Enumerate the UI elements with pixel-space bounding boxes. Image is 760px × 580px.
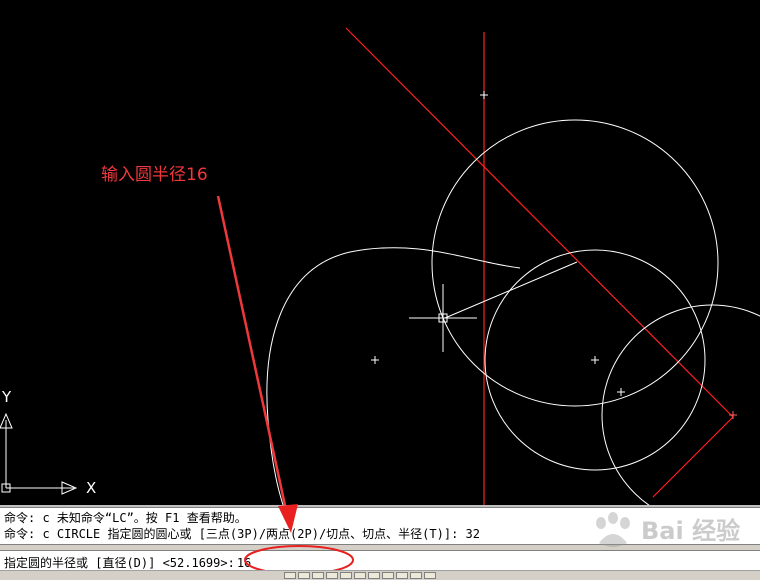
- status-toggle-button[interactable]: [368, 572, 380, 579]
- status-toggle-button[interactable]: [354, 572, 366, 579]
- annotation-label: 输入圆半径16: [101, 165, 208, 185]
- command-prompt-row[interactable]: 指定圆的半径或 [直径(D)] <52.1699>:: [4, 554, 277, 571]
- tangent-line: [444, 261, 578, 319]
- status-toggle-button[interactable]: [424, 572, 436, 579]
- annotation-arrow-line: [216, 195, 287, 505]
- ucs-icon: [0, 412, 78, 495]
- center-mark-top: [480, 91, 488, 99]
- ucs-y-label: Y: [1, 388, 12, 406]
- center-mark-left: [371, 356, 379, 364]
- command-window[interactable]: 命令: c 未知命令“LC”。按 F1 查看帮助。 命令: c CIRCLE 指…: [0, 505, 760, 579]
- command-history-line: 命令: c CIRCLE 指定圆的圆心或 [三点(3P)/两点(2P)/切点、切…: [4, 527, 480, 541]
- status-toggle-button[interactable]: [284, 572, 296, 579]
- status-toggle-button[interactable]: [298, 572, 310, 579]
- red-diagonal-line: [345, 27, 734, 418]
- endpoint-mark-red: [729, 411, 737, 419]
- command-window-border: [0, 505, 760, 508]
- drawing-area[interactable]: Y X: [0, 0, 760, 505]
- status-toggle-button[interactable]: [312, 572, 324, 579]
- status-toggle-button[interactable]: [396, 572, 408, 579]
- right-circle: [601, 304, 760, 505]
- status-toggle-button[interactable]: [340, 572, 352, 579]
- command-prompt-text: 指定圆的半径或 [直径(D)] <52.1699>:: [4, 556, 235, 570]
- ucs-x-label: X: [86, 479, 96, 497]
- status-toggle-button[interactable]: [410, 572, 422, 579]
- status-toggle-button[interactable]: [382, 572, 394, 579]
- red-tangent-line: [652, 416, 734, 498]
- command-input[interactable]: [236, 556, 277, 570]
- command-separator: [0, 544, 760, 551]
- center-mark-right: [617, 388, 625, 396]
- left-arc: [266, 247, 521, 505]
- center-mark-middle: [591, 356, 599, 364]
- status-toggle-button[interactable]: [326, 572, 338, 579]
- command-history-line: 命令: c 未知命令“LC”。按 F1 查看帮助。: [4, 511, 247, 525]
- crosshair-cursor-icon: [409, 284, 477, 352]
